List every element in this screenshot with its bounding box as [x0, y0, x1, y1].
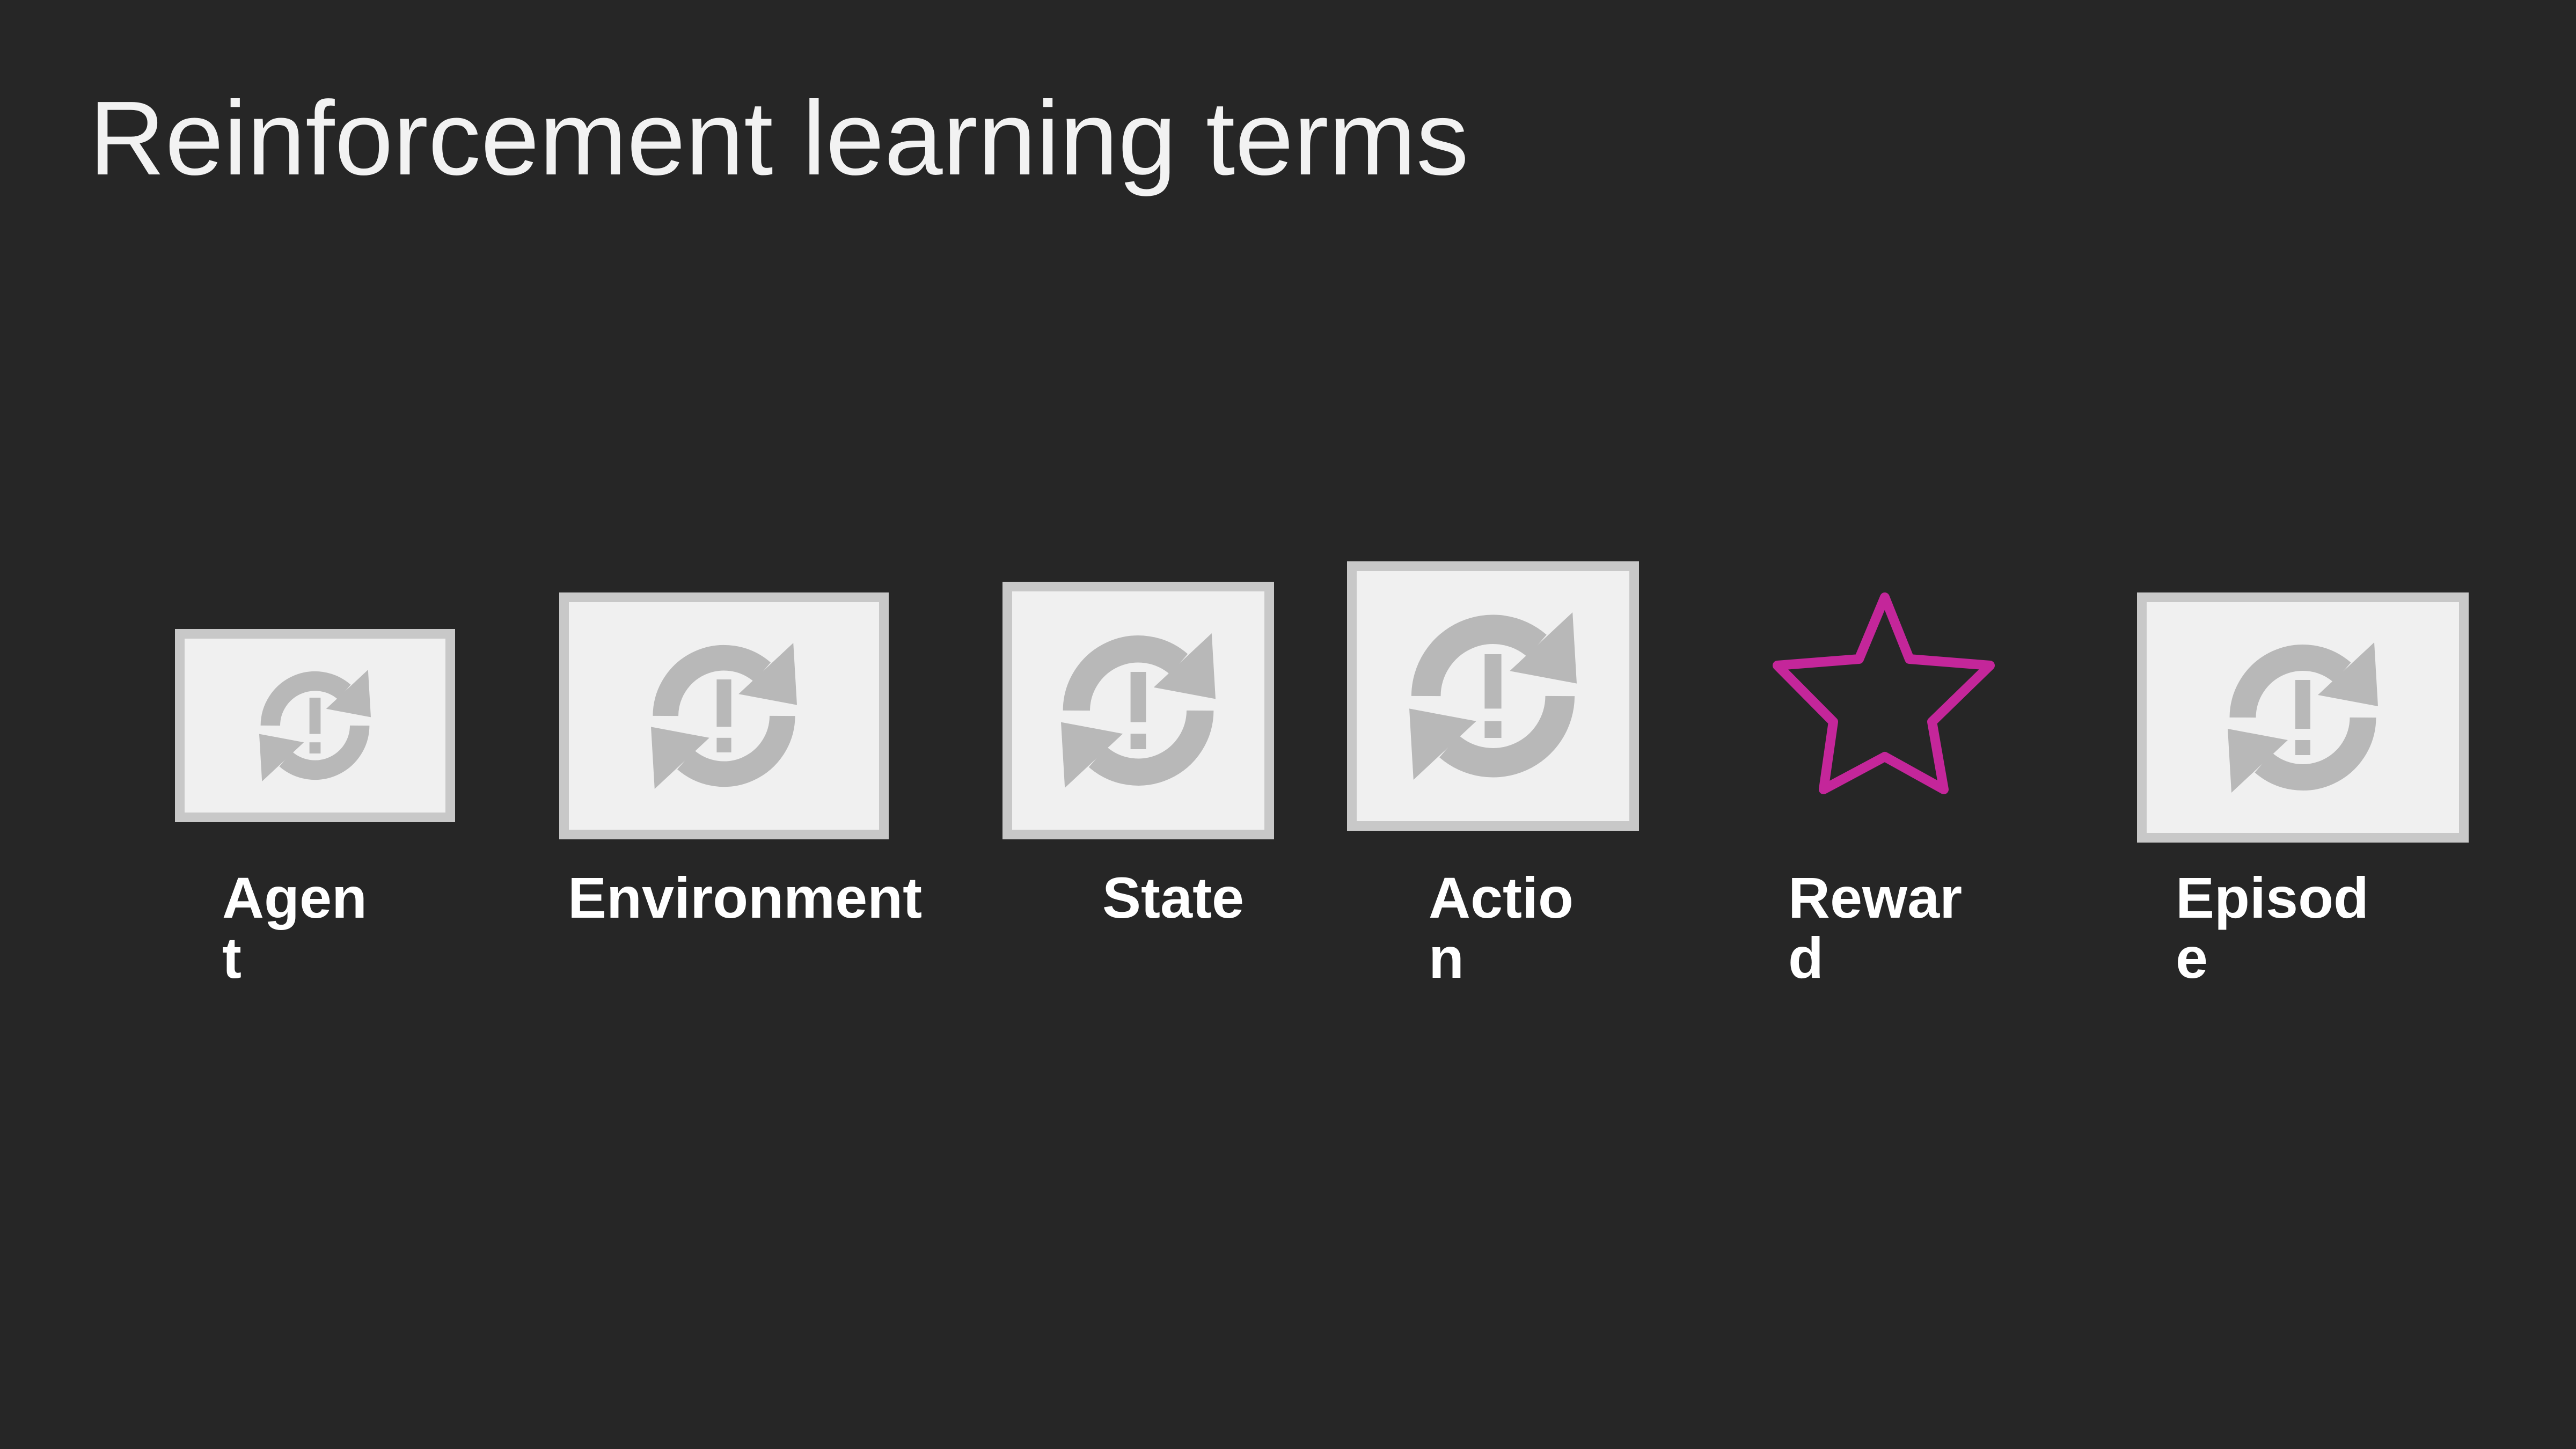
broken-image-icon — [2228, 642, 2378, 793]
term-label-agent: Agen t — [222, 865, 367, 990]
state-image-placeholder — [1002, 582, 1274, 839]
term-label-environment: Environment — [568, 865, 923, 930]
agent-image-placeholder — [175, 629, 455, 822]
star-icon — [1773, 592, 1995, 794]
action-image-placeholder — [1347, 561, 1639, 831]
episode-image-placeholder — [2137, 592, 2469, 843]
slide-title: Reinforcement learning terms — [89, 79, 1469, 197]
term-label-episode: Episod e — [2176, 865, 2369, 990]
broken-image-icon — [1409, 612, 1577, 780]
term-label-reward: Rewar d — [1788, 865, 1963, 990]
environment-image-placeholder — [559, 592, 889, 839]
broken-image-icon — [259, 670, 371, 781]
term-label-state: State — [1102, 865, 1245, 930]
broken-image-icon — [651, 643, 797, 789]
broken-image-icon — [1061, 633, 1216, 788]
term-label-action: Actio n — [1429, 865, 1574, 990]
